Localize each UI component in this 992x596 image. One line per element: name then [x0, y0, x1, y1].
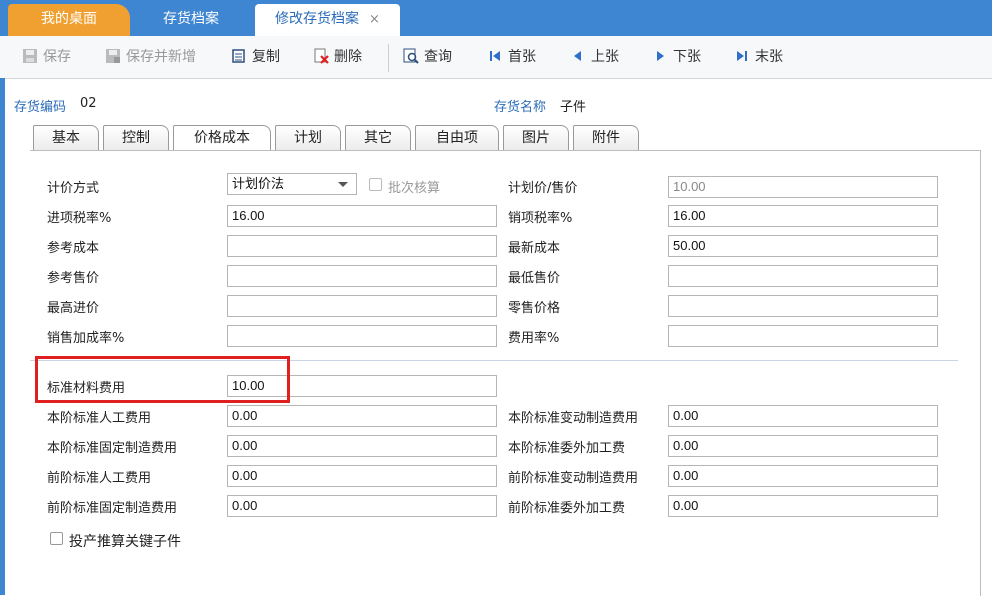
- cur-var-mfg-field[interactable]: 0.00: [668, 405, 938, 427]
- tab-attachments[interactable]: 附件: [573, 125, 639, 150]
- pricing-method-value: 计划价法: [232, 176, 285, 191]
- last-record-button[interactable]: 末张: [734, 46, 783, 68]
- query-button[interactable]: 查询: [403, 46, 452, 68]
- save-icon: [23, 49, 37, 63]
- min-price-field[interactable]: [668, 265, 938, 287]
- markup-rate-field[interactable]: [227, 325, 497, 347]
- prev-var-mfg-label: 前阶标准变动制造费用: [508, 471, 639, 486]
- max-purchase-field[interactable]: [227, 295, 497, 317]
- expense-rate-field[interactable]: [668, 325, 938, 347]
- save-label: 保存: [43, 49, 71, 65]
- inventory-name-label: 存货名称: [494, 100, 547, 115]
- prev-labor-field[interactable]: 0.00: [227, 465, 497, 487]
- ref-price-label: 参考售价: [47, 271, 100, 286]
- retail-price-label: 零售价格: [508, 301, 561, 316]
- batch-cost-label: 批次核算: [388, 181, 441, 196]
- first-page-icon: [490, 51, 500, 61]
- latest-cost-label: 最新成本: [508, 241, 561, 256]
- inventory-code-label: 存货编码: [14, 100, 67, 115]
- pricing-method-label: 计价方式: [47, 181, 100, 196]
- next-icon: [657, 51, 664, 61]
- last-page-icon: [737, 51, 747, 61]
- copy-label: 复制: [252, 49, 280, 65]
- prev-fixed-mfg-field[interactable]: 0.00: [227, 495, 497, 517]
- tab-price-cost[interactable]: 价格成本: [173, 125, 271, 152]
- batch-cost-checkbox[interactable]: [369, 178, 382, 191]
- copy-button[interactable]: 复制: [231, 46, 280, 68]
- cur-outsource-field[interactable]: 0.00: [668, 435, 938, 457]
- tab-other[interactable]: 其它: [345, 125, 411, 150]
- plan-price-label: 计划价/售价: [508, 181, 578, 196]
- tab-inventory-archive[interactable]: 存货档案: [130, 4, 252, 36]
- save-new-label: 保存并新增: [126, 49, 196, 65]
- prev-fixed-mfg-label: 前阶标准固定制造费用: [47, 501, 178, 516]
- expense-rate-label: 费用率%: [508, 331, 560, 346]
- min-price-label: 最低售价: [508, 271, 561, 286]
- previous-icon: [574, 51, 581, 61]
- delete-button[interactable]: 删除: [313, 46, 362, 68]
- tab-basic[interactable]: 基本: [33, 125, 99, 150]
- delete-icon: [314, 48, 329, 64]
- first-record-button[interactable]: 首张: [487, 46, 536, 68]
- highlight-box: [35, 356, 290, 403]
- tab-edit-inventory-archive[interactable]: 修改存货档案 ×: [255, 4, 400, 36]
- ref-price-field[interactable]: [227, 265, 497, 287]
- next-record-button[interactable]: 下张: [652, 46, 701, 68]
- markup-rate-label: 销售加成率%: [47, 331, 125, 346]
- inventory-code-value: 02: [80, 96, 97, 111]
- toolbar: 保存 保存并新增 复制 删除 查询 首张 上张 下张 末张: [0, 36, 992, 79]
- cur-fixed-mfg-label: 本阶标准固定制造费用: [47, 441, 178, 456]
- output-tax-label: 销项税率%: [508, 211, 573, 226]
- tab-plan[interactable]: 计划: [275, 125, 341, 150]
- tab-label: 修改存货档案: [275, 11, 360, 27]
- output-tax-field[interactable]: 16.00: [668, 205, 938, 227]
- prev-label: 上张: [591, 49, 619, 65]
- max-purchase-label: 最高进价: [47, 301, 100, 316]
- last-label: 末张: [755, 49, 783, 65]
- window-tab-bar: 我的桌面 存货档案 修改存货档案 ×: [0, 0, 992, 36]
- prev-var-mfg-field[interactable]: 0.00: [668, 465, 938, 487]
- tab-my-desktop[interactable]: 我的桌面: [8, 4, 130, 36]
- left-accent-bar: [0, 78, 5, 595]
- plan-price-field[interactable]: 10.00: [668, 176, 938, 198]
- save-new-icon: [106, 49, 120, 63]
- cur-var-mfg-label: 本阶标准变动制造费用: [508, 411, 639, 426]
- previous-record-button[interactable]: 上张: [570, 46, 619, 68]
- ref-cost-field[interactable]: [227, 235, 497, 257]
- search-icon: [403, 48, 419, 64]
- prev-labor-label: 前阶标准人工费用: [47, 471, 152, 486]
- retail-price-field[interactable]: [668, 295, 938, 317]
- input-tax-label: 进项税率%: [47, 211, 112, 226]
- latest-cost-field[interactable]: 50.00: [668, 235, 938, 257]
- toolbar-divider: [388, 44, 389, 72]
- cur-labor-label: 本阶标准人工费用: [47, 411, 152, 426]
- cur-fixed-mfg-field[interactable]: 0.00: [227, 435, 497, 457]
- cur-labor-field[interactable]: 0.00: [227, 405, 497, 427]
- inventory-name-value: 子件: [560, 100, 587, 115]
- prev-outsource-label: 前阶标准委外加工费: [508, 501, 626, 516]
- tab-control[interactable]: 控制: [103, 125, 169, 150]
- tab-images[interactable]: 图片: [503, 125, 569, 150]
- delete-label: 删除: [334, 49, 362, 65]
- dropdown-arrow-icon: [338, 182, 348, 187]
- ref-cost-label: 参考成本: [47, 241, 100, 256]
- tab-label: 存货档案: [163, 11, 219, 27]
- copy-icon: [232, 49, 245, 63]
- close-icon[interactable]: ×: [369, 12, 380, 27]
- pricing-method-select[interactable]: 计划价法: [227, 173, 357, 195]
- input-tax-field[interactable]: 16.00: [227, 205, 497, 227]
- key-child-label: 投产推算关键子件: [69, 534, 181, 550]
- cur-outsource-label: 本阶标准委外加工费: [508, 441, 626, 456]
- prev-outsource-field[interactable]: 0.00: [668, 495, 938, 517]
- first-label: 首张: [508, 49, 536, 65]
- save-button[interactable]: 保存: [22, 46, 71, 68]
- tab-label: 我的桌面: [41, 11, 97, 27]
- save-and-new-button[interactable]: 保存并新增: [105, 46, 196, 68]
- next-label: 下张: [673, 49, 701, 65]
- key-child-checkbox[interactable]: [50, 532, 63, 545]
- query-label: 查询: [424, 49, 452, 65]
- tab-free-items[interactable]: 自由项: [415, 125, 499, 150]
